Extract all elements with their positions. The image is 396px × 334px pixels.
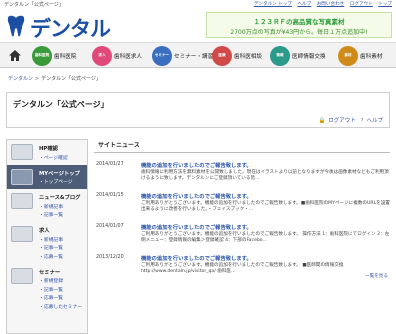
news-body: ご利用ありがとうございます。機能の追加を行いましたのでご報告致します。■歯科医院… [141,201,390,213]
tooth-logo-icon [7,15,25,37]
monitor-icon [11,144,33,160]
nav-item-consult[interactable]: 医療 歯科医相談 [212,45,262,66]
sidebar-link-jobs-list[interactable]: ・記事一覧 [39,244,87,251]
breadcrumb: デンタルン > デンタルン「公式ページ」 [8,75,101,82]
nav-item-jobs[interactable]: 求人 歯科医求人 [92,45,142,66]
news-title-link[interactable]: 機能の追加を行いましたのでご報告致します。 [141,217,390,231]
nav-badge-jobs: 求人 [92,45,112,66]
lock-icon: 🔒 [318,118,326,124]
breadcrumb-current: デンタルン「公式ページ」 [41,76,101,82]
sidebar-link-news-list[interactable]: ・記事一覧 [39,211,87,218]
help-link[interactable]: ヘルプ [366,118,383,124]
news-date: 2013/12/20 [96,255,124,260]
nav-item-clinic[interactable]: 歯科医院 歯科医院 [32,45,76,66]
sidebar-section-news: ニュース&ブログ ・新規記事 ・記事一覧 [7,189,87,222]
top-link-logout[interactable]: ログアウト [350,2,373,7]
ad-subline: 2700万点の写真が¥43円から。毎日１万点追加中! [230,29,368,36]
site-label: デンタルン「公式ページ」 [4,2,64,8]
breadcrumb-separator: > [34,76,40,82]
site-news: サイトニュース 2014/01/27 機能の追加を行いましたのでご報告致します。… [94,139,390,334]
news-item: 2014/01/15 機能の追加を行いましたのでご報告致します。 ご利用ありがと… [94,186,390,215]
top-utility-bar: デンタルン「公式ページ」 デンタルン トップ ヘルプ お問い合わせ ログアウト … [0,0,396,9]
news-item: 2014/01/27 機能の追加を行いましたのでご報告致します。 歯科情報に利用… [94,155,390,184]
sidebar-section-title: セミナー [39,269,61,276]
nav-item-materials[interactable]: 素材 歯科素材 [338,45,382,66]
sidebar-link-page-check[interactable]: ・ページ確認 [39,154,87,161]
news-section-title: サイトニュース [94,139,390,153]
top-links: デンタルン トップ ヘルプ お問い合わせ ログアウト トップ [250,1,392,7]
news-date: 2014/01/07 [96,224,124,229]
sidebar-section-hp: HP確認 ・ページ確認 [7,140,87,165]
sidebar-link-jobs-applications[interactable]: ・応募一覧 [39,253,87,260]
nav-badge-exchange: 情報 [270,45,290,66]
news-date: 2014/01/27 [96,162,124,167]
page-heading-box: デンタルン「公式ページ」 🔒 ログアウト ? ヘルプ [6,92,390,128]
top-link-contact[interactable]: お問い合わせ [317,2,345,7]
news-title-link[interactable]: 機能の追加を行いましたのでご報告致します。 [141,155,390,169]
nav-label-jobs: 歯科医求人 [114,53,142,60]
breadcrumb-home[interactable]: デンタルン [8,76,33,82]
sidebar-section-seminar: セミナー ・新規登録 ・記事一覧 ・応募一覧 ・応募したセミナー [7,264,87,314]
sidebar-link-news-new[interactable]: ・新規記事 [39,203,87,210]
logout-link[interactable]: ログアウト [328,118,356,124]
sidebar: HP確認 ・ページ確認 MYページトップ ・トップページ ニュース&ブログ ・新… [6,139,88,334]
help-icon: ? [360,118,364,124]
nav-label-clinic: 歯科医院 [54,53,77,60]
main-nav: 歯科医院 歯科医院 求人 歯科医求人 セミナー セミナー・講習会 医療 歯科医相… [0,42,396,68]
sidebar-link-seminar-list[interactable]: ・記事一覧 [39,286,87,293]
news-body: ご利用ありがとうございます。機能の追加を行いましたのでご報告致します。 操作方法… [141,232,390,244]
person-icon [11,226,33,242]
nav-badge-consult: 医療 [212,45,232,66]
news-item: 2014/01/07 機能の追加を行いましたのでご報告致します。 ご利用ありがと… [94,217,390,246]
sidebar-link-seminar-applied[interactable]: ・応募したセミナー [39,303,87,310]
sidebar-section-jobs: 求人 ・新規記事 ・記事一覧 ・応募一覧 [7,222,87,264]
sidebar-link-seminar-new[interactable]: ・新規登録 [39,277,87,284]
mypage-icon [11,168,33,185]
sidebar-section-title: 求人 [39,228,50,234]
top-link-help[interactable]: ヘルプ [297,2,311,7]
sidebar-section-title: MYページトップ [39,170,80,177]
news-body: ご利用ありがとうございます。機能の追加を行いましたのでご報告致します。 ■医師間… [141,263,344,275]
heading-actions: 🔒 ログアウト ? ヘルプ [315,116,383,124]
site-logo[interactable]: デンタルン [4,12,122,71]
news-body: 歯科情報に利用方法を無料素材を公開致しました。現在はイラストより以前となりますが… [141,170,389,182]
nav-badge-materials: 素材 [338,45,358,66]
top-link-dentaln-top[interactable]: デンタルン トップ [254,2,292,7]
nav-label-consult: 歯科医相談 [234,53,262,60]
ad-headline: １２３ＲＦの高品質な写真素材 [253,18,345,26]
sidebar-link-seminar-applications[interactable]: ・応募一覧 [39,294,87,301]
nav-badge-clinic: 歯科医院 [32,45,52,66]
nav-item-seminar[interactable]: セミナー セミナー・講習会 [152,45,219,66]
nav-label-exchange: 医師情報交換 [292,53,326,60]
sidebar-link-top-page[interactable]: ・トップページ [39,178,87,185]
news-more-link[interactable]: 一覧を見る [365,273,388,279]
ad-banner[interactable]: １２３ＲＦの高品質な写真素材 2700万点の写真が¥43円から。毎日１万点追加中… [206,12,392,38]
sidebar-section-title: HP確認 [39,146,58,152]
news-date: 2014/01/15 [96,193,124,198]
sidebar-section-title: ニュース&ブログ [39,195,81,201]
page-title: デンタルン「公式ページ」 [13,100,109,109]
news-title-link[interactable]: 機能の追加を行いましたのでご報告致します。 [141,248,390,262]
news-title-link[interactable]: 機能の追加を行いましたのでご報告致します。 [141,186,390,200]
nav-badge-seminar: セミナー [152,45,172,66]
sidebar-section-mypage: MYページトップ ・トップページ [7,164,87,189]
top-link-top[interactable]: トップ [378,2,392,7]
news-item: 2013/12/20 機能の追加を行いましたのでご報告致します。 ご利用ありがと… [94,248,390,277]
home-icon[interactable] [8,49,22,62]
news-icon [11,193,33,209]
seminar-icon [11,267,33,284]
sidebar-link-jobs-new[interactable]: ・新規記事 [39,236,87,243]
nav-label-materials: 歯科素材 [360,53,383,60]
nav-item-exchange[interactable]: 情報 医師情報交換 [270,45,326,66]
